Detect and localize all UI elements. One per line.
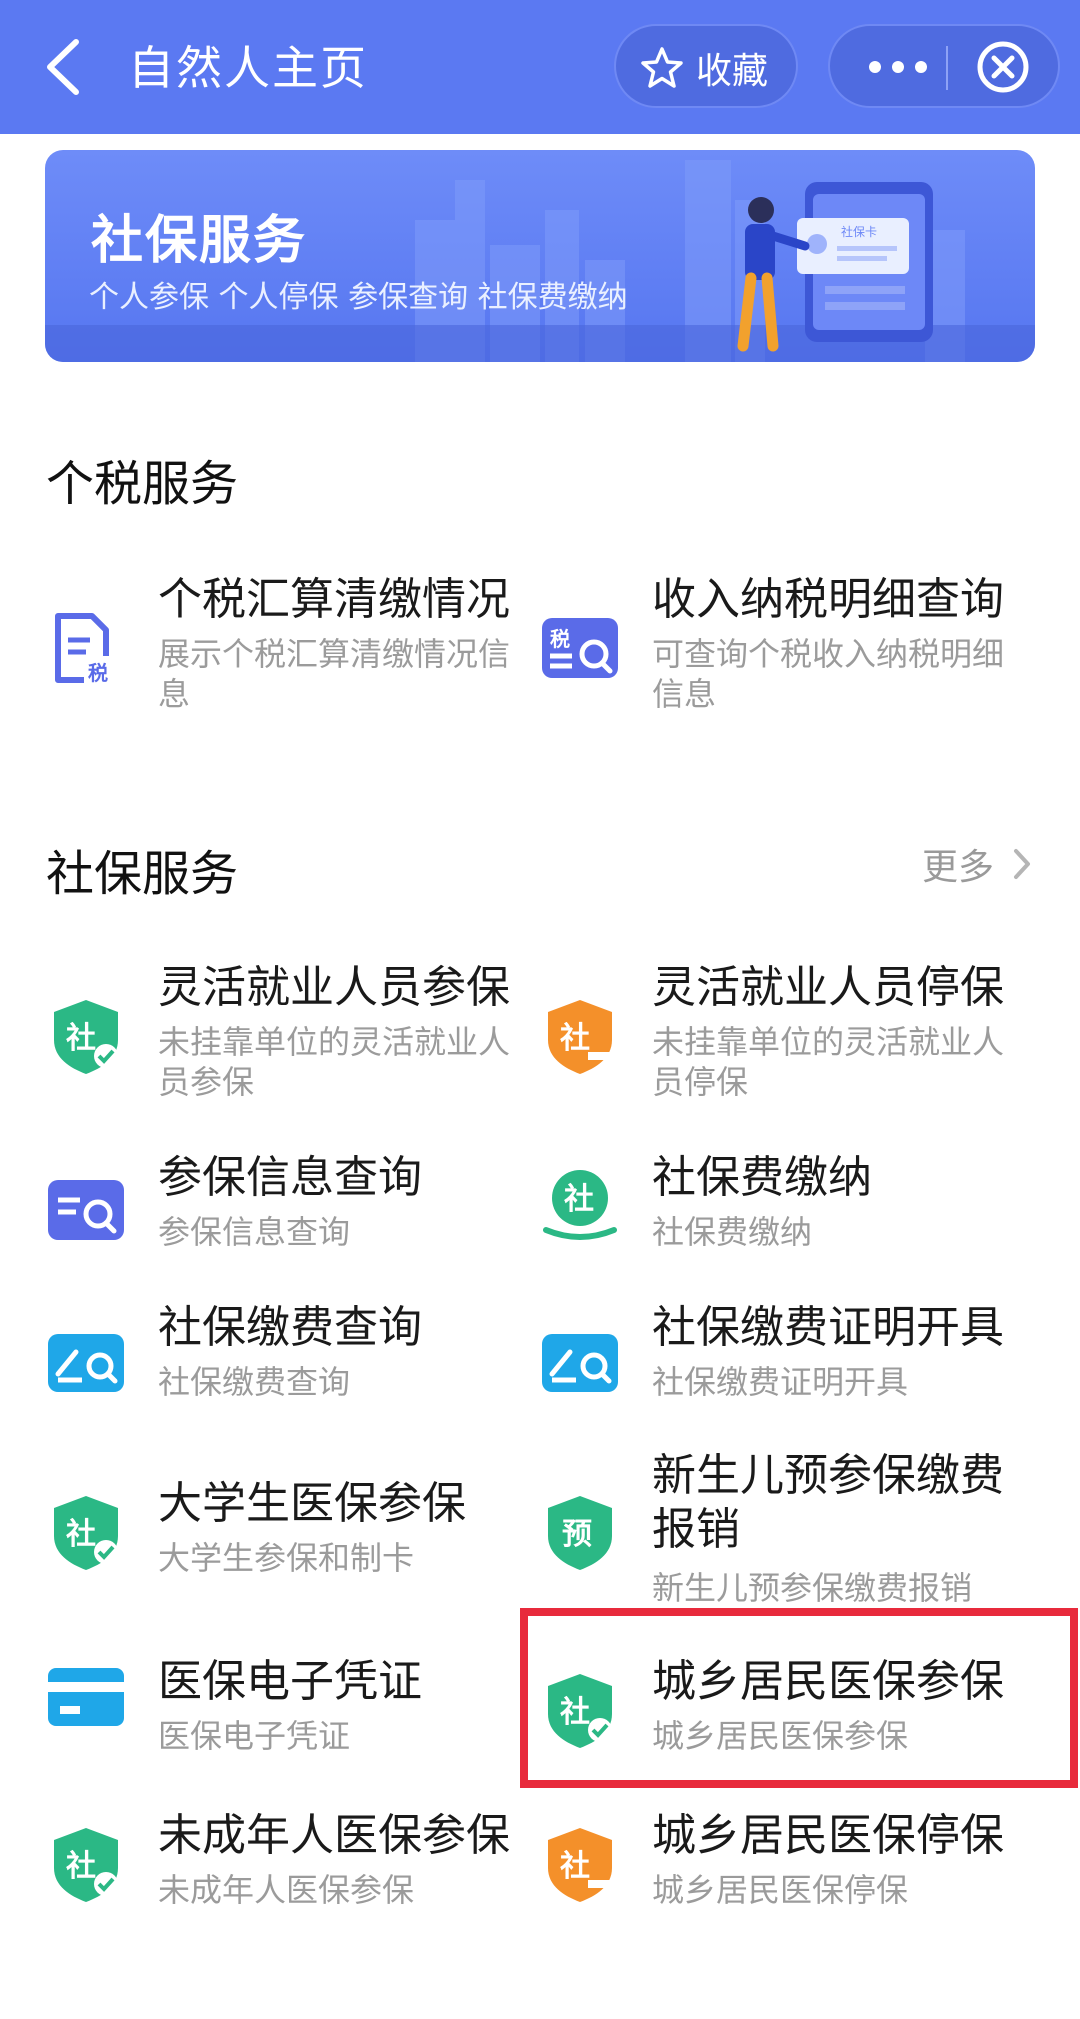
item-desc: 未挂靠单位的灵活就业人员停保 — [652, 1023, 1005, 1101]
header-bar: 自然人主页 收藏 — [0, 0, 1080, 134]
social-char: 社 — [564, 1182, 594, 1217]
social-pay-icon: 社 — [543, 1170, 617, 1240]
social-item-payment-query[interactable]: 社保缴费查询 社保缴费查询 — [46, 1300, 546, 1450]
item-desc: 未成年人医保参保 — [158, 1871, 415, 1909]
more-label: 更多 — [921, 847, 994, 888]
chevron-right-icon — [1014, 849, 1030, 879]
document-tax-icon: 税 — [55, 613, 118, 685]
pen-search-icon — [48, 1334, 124, 1392]
tax-char: 税 — [550, 627, 570, 651]
shield-social-minus-icon: 社 — [548, 1828, 614, 1902]
shield-social-check-icon: 社 — [54, 1828, 118, 1902]
item-name: 城乡居民医保停保 — [652, 1810, 1004, 1861]
close-icon[interactable] — [976, 40, 1030, 94]
tax-item-income-detail[interactable]: 税 收入纳税明细查询 可查询个税收入纳税明细信息 — [540, 572, 1040, 722]
social-char: 社 — [560, 1021, 590, 1056]
banner-subtitle: 个人参保 个人停保 参保查询 社保费缴纳 — [89, 280, 628, 315]
social-item-info-query[interactable]: 参保信息查询 参保信息查询 — [46, 1150, 546, 1300]
capsule-divider — [946, 46, 948, 90]
item-desc: 新生儿预参保缴费报销 — [652, 1569, 973, 1607]
social-char: 社 — [66, 1849, 96, 1884]
more-options-icon[interactable] — [868, 60, 928, 74]
back-arrow-icon[interactable] — [38, 34, 88, 100]
tax-item-settlement[interactable]: 税 个税汇算清缴情况 展示个税汇算清缴情况信息 — [46, 572, 546, 722]
shield-social-minus-icon: 社 — [548, 1000, 614, 1074]
social-item-student-medical[interactable]: 社 大学生医保参保 大学生参保和制卡 — [46, 1476, 546, 1626]
item-name: 社保缴费证明开具 — [652, 1302, 1004, 1353]
social-char: 社 — [66, 1517, 96, 1552]
item-desc: 社保缴费查询 — [158, 1363, 351, 1401]
social-item-flexible-enroll[interactable]: 社 灵活就业人员参保 未挂靠单位的灵活就业人员参保 — [46, 960, 546, 1110]
item-desc: 大学生参保和制卡 — [158, 1539, 415, 1577]
social-item-payment-proof[interactable]: 社保缴费证明开具 社保缴费证明开具 — [540, 1300, 1040, 1450]
favorite-label: 收藏 — [696, 51, 769, 92]
shield-social-check-icon: 社 — [54, 1000, 118, 1074]
tax-search-icon: 税 — [542, 618, 618, 678]
social-item-flexible-stop[interactable]: 社 灵活就业人员停保 未挂靠单位的灵活就业人员停保 — [540, 960, 1040, 1110]
card-icon — [48, 1668, 124, 1726]
item-desc: 未挂靠单位的灵活就业人员参保 — [158, 1023, 511, 1101]
social-item-medical-e-voucher[interactable]: 医保电子凭证 医保电子凭证 — [46, 1654, 546, 1804]
social-char: 社 — [66, 1021, 96, 1056]
star-icon — [641, 47, 683, 88]
item-desc: 参保信息查询 — [158, 1213, 351, 1251]
banner-card-text: 社保卡 — [841, 224, 877, 239]
item-name: 医保电子凭证 — [158, 1656, 422, 1707]
item-desc: 医保电子凭证 — [158, 1717, 351, 1755]
item-name: 收入纳税明细查询 — [652, 574, 1004, 625]
item-name: 大学生医保参保 — [158, 1478, 466, 1529]
item-name: 灵活就业人员停保 — [652, 962, 1004, 1013]
shield-social-check-icon: 社 — [54, 1496, 118, 1570]
social-item-resident-medical-stop[interactable]: 社 城乡居民医保停保 城乡居民医保停保 — [540, 1808, 1040, 1958]
social-item-pay[interactable]: 社 社保费缴纳 社保费缴纳 — [540, 1150, 1040, 1300]
item-name: 社保费缴纳 — [652, 1152, 872, 1203]
social-section-title: 社保服务 — [46, 846, 239, 902]
item-name-line1: 新生儿预参保缴费 — [652, 1450, 1004, 1501]
item-desc: 展示个税汇算清缴情况信息 — [158, 635, 511, 713]
item-name: 参保信息查询 — [158, 1152, 422, 1203]
tax-char: 税 — [88, 661, 108, 685]
item-name-line2: 报销 — [652, 1504, 740, 1555]
item-name: 灵活就业人员参保 — [158, 962, 510, 1013]
social-security-banner[interactable]: 社保卡 社保服务 个人参保 个人停保 参保查询 社保费缴纳 — [45, 150, 1035, 362]
pre-char: 预 — [562, 1517, 592, 1552]
item-desc: 城乡居民医保停保 — [652, 1871, 909, 1909]
more-link[interactable]: 更多 — [922, 838, 1032, 890]
social-item-minor-medical[interactable]: 社 未成年人医保参保 未成年人医保参保 — [46, 1808, 546, 1958]
item-desc: 社保缴费证明开具 — [652, 1363, 909, 1401]
page-title: 自然人主页 — [128, 41, 368, 95]
pen-search-icon — [542, 1334, 618, 1392]
item-name: 社保缴费查询 — [158, 1302, 422, 1353]
capsule-menu — [828, 24, 1060, 108]
social-item-newborn[interactable]: 预 新生儿预参保缴费 报销 新生儿预参保缴费报销 — [540, 1448, 1040, 1608]
item-name: 未成年人医保参保 — [158, 1810, 510, 1861]
banner-title: 社保服务 — [91, 211, 308, 271]
highlight-box — [520, 1608, 1078, 1788]
favorite-button[interactable]: 收藏 — [614, 24, 798, 108]
social-char: 社 — [560, 1849, 590, 1884]
item-name: 个税汇算清缴情况 — [158, 574, 510, 625]
list-search-icon — [48, 1180, 124, 1240]
tax-section-title: 个税服务 — [46, 456, 239, 512]
item-desc: 社保费缴纳 — [652, 1213, 813, 1251]
item-desc: 可查询个税收入纳税明细信息 — [652, 635, 1005, 713]
shield-pre-icon: 预 — [548, 1496, 612, 1570]
